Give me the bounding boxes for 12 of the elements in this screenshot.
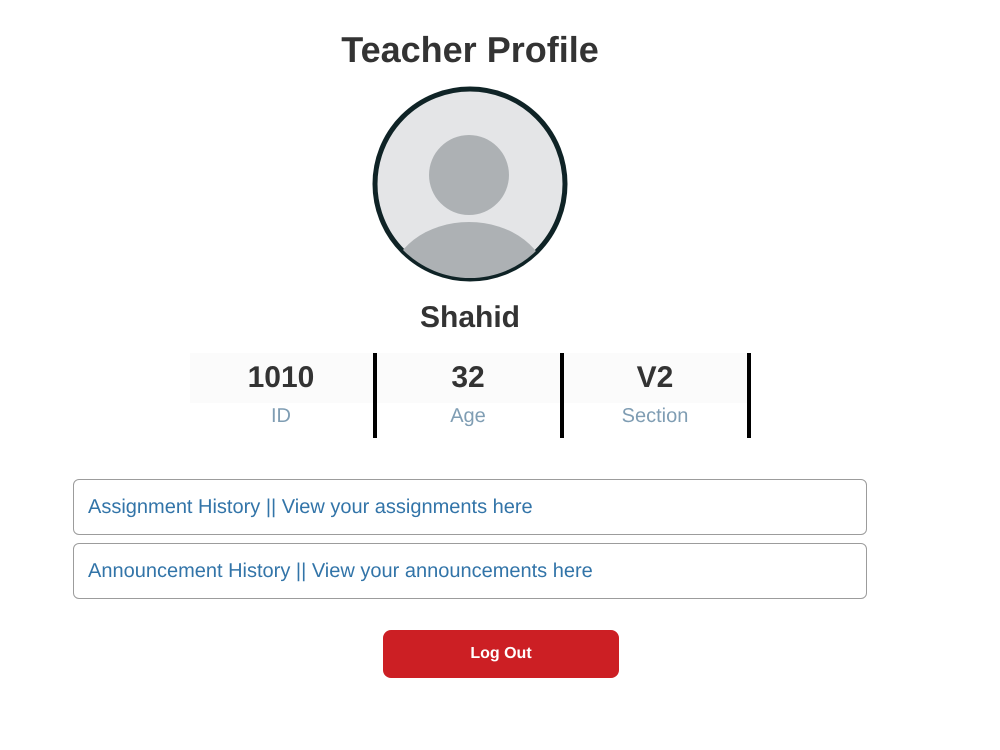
history-link[interactable]: Assignment History || View your assignments here [73,479,867,535]
logout-button[interactable]: Log Out [383,630,619,678]
history-link[interactable]: Announcement History || View your announcements here [73,543,867,599]
stat-value: 1010 [190,353,372,403]
stat-label: ID [271,404,291,429]
stat-value: 32 [376,353,560,403]
avatar-icon [372,86,568,282]
stat-label: Age [450,404,486,429]
stat-value: V2 [564,353,746,403]
stat-label: Section [622,404,688,429]
teacher-name: Shahid [420,300,520,336]
page-title: Teacher Profile [341,28,599,72]
